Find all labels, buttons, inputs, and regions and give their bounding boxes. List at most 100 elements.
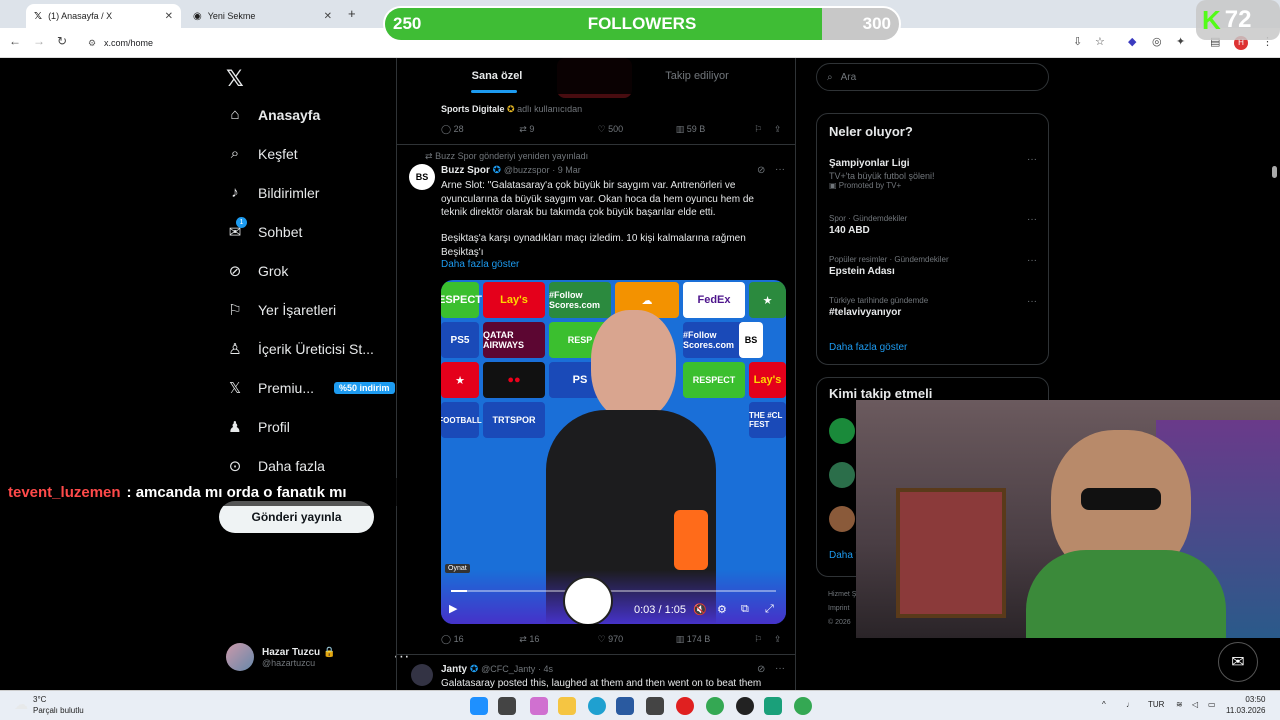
like-button[interactable]: ♡ 970: [598, 634, 676, 645]
nav-creator-studio[interactable]: ♙ İçerik Üreticisi St...: [226, 340, 374, 358]
trend-item[interactable]: Spor · Gündemdekiler 140 ABD: [829, 214, 907, 236]
kick-counter: K 72: [1196, 0, 1280, 40]
nav-more[interactable]: ⊙ Daha fazla: [226, 457, 325, 475]
trend-item[interactable]: Şampiyonlar Ligi TV+'ta büyük futbol şöl…: [829, 156, 935, 190]
post-author[interactable]: Buzz Spor: [441, 165, 490, 176]
weather-icon[interactable]: ☁: [14, 696, 28, 713]
microphone-icon[interactable]: ♩: [1126, 700, 1134, 709]
bookmark-icon[interactable]: ⚐: [754, 634, 774, 645]
site-info-icon[interactable]: ⚙: [88, 38, 96, 49]
opera-icon[interactable]: [676, 697, 694, 715]
repost-button[interactable]: ⇄ 16: [519, 634, 597, 645]
settings-icon[interactable]: ⚙: [717, 603, 727, 616]
reload-icon[interactable]: ↻: [57, 34, 67, 48]
chrome-icon[interactable]: [706, 697, 724, 715]
battery-icon[interactable]: ▭: [1208, 700, 1216, 709]
edge-icon[interactable]: [588, 697, 606, 715]
task-view-icon[interactable]: [498, 697, 516, 715]
nav-bookmarks[interactable]: ⚐ Yer İşaretleri: [226, 301, 336, 319]
pip-icon[interactable]: ⧉: [741, 603, 749, 616]
video-player[interactable]: ESPECT Lay's #Follow Scores.com ☁ FedEx …: [441, 280, 786, 624]
show-more-link[interactable]: Daha fazla göster: [441, 259, 519, 270]
avatar[interactable]: [411, 664, 433, 686]
app-icon[interactable]: [764, 697, 782, 715]
puzzle-icon[interactable]: ✦: [1176, 35, 1185, 48]
post-author[interactable]: Janty: [441, 664, 467, 675]
share-icon[interactable]: ⇪: [774, 634, 786, 645]
extension-icon[interactable]: ◎: [1152, 35, 1162, 48]
avatar[interactable]: [829, 506, 855, 532]
more-dots-icon[interactable]: ···: [1027, 296, 1037, 307]
more-dots-icon[interactable]: ···: [775, 663, 785, 674]
star-icon[interactable]: ☆: [1095, 35, 1105, 48]
install-icon[interactable]: ⇩: [1073, 35, 1082, 48]
messages-fab[interactable]: ✉: [1218, 642, 1258, 682]
nav-explore[interactable]: ⌕ Keşfet: [226, 145, 298, 162]
store-icon[interactable]: [616, 697, 634, 715]
obs-icon[interactable]: [736, 697, 754, 715]
reply-button[interactable]: ◯ 28: [441, 124, 519, 135]
nav-profile[interactable]: ♟ Profil: [226, 418, 290, 436]
nav-grok[interactable]: ⊘ Grok: [226, 262, 289, 280]
views-button[interactable]: ▥ 59 B: [676, 124, 754, 135]
fullscreen-icon[interactable]: ⤢: [765, 603, 774, 616]
tab-for-you[interactable]: Sana özel: [397, 58, 597, 94]
timeline-tabs: Sana özel Takip ediliyor: [397, 58, 795, 94]
weather-widget[interactable]: 3°C Parçalı bulutlu: [33, 694, 84, 716]
more-dots-icon[interactable]: ···: [1027, 255, 1037, 266]
chrome-icon[interactable]: [794, 697, 812, 715]
repost-button[interactable]: ⇄ 9: [519, 124, 597, 135]
scrollbar-thumb[interactable]: [1272, 166, 1277, 178]
avatar[interactable]: [829, 462, 855, 488]
nav-home[interactable]: ⌂ Anasayfa: [226, 106, 320, 123]
close-tab-icon[interactable]: ✕: [165, 11, 173, 22]
trend-item[interactable]: Türkiye tarihinde gündemde #telavivyanıy…: [829, 296, 928, 318]
wifi-icon[interactable]: ≋: [1176, 700, 1183, 709]
tab-new[interactable]: ◉ Yeni Sekme ✕: [185, 4, 340, 28]
grok-icon[interactable]: ⊘: [757, 664, 765, 675]
show-more-link[interactable]: Daha f: [829, 550, 858, 561]
more-dots-icon[interactable]: ···: [775, 164, 785, 175]
app-icon[interactable]: [646, 697, 664, 715]
views-button[interactable]: ▥ 174 B: [676, 634, 754, 645]
share-icon[interactable]: ⇪: [774, 124, 786, 135]
play-icon[interactable]: ▶: [449, 602, 457, 615]
volume-icon[interactable]: ◁: [1192, 700, 1198, 709]
file-explorer-icon[interactable]: [558, 697, 576, 715]
show-more-link[interactable]: Daha fazla göster: [829, 342, 907, 353]
video-progress-track[interactable]: [451, 590, 776, 592]
post-handle[interactable]: @buzzspor: [504, 165, 550, 175]
reply-button[interactable]: ◯ 16: [441, 634, 519, 645]
footer-link[interactable]: Imprint: [828, 602, 856, 616]
post-handle[interactable]: @CFC_Janty: [481, 664, 535, 674]
avatar[interactable]: BS: [409, 164, 435, 190]
close-tab-icon[interactable]: ✕: [324, 11, 332, 22]
search-input[interactable]: ⌕ Ara: [816, 63, 1049, 91]
footer-link[interactable]: Hizmet Ş: [828, 588, 856, 602]
more-dots-icon[interactable]: ···: [1027, 214, 1037, 225]
language-indicator[interactable]: TUR: [1148, 700, 1164, 709]
forward-icon[interactable]: →: [33, 34, 45, 48]
trend-item[interactable]: Popüler resimler · Gündemdekiler Epstein…: [829, 255, 949, 277]
new-tab-icon[interactable]: +: [348, 6, 356, 21]
nav-chat[interactable]: ✉ 1 Sohbet: [226, 217, 302, 241]
tab-x-home[interactable]: 𝕏 (1) Anasayfa / X ✕: [26, 4, 181, 28]
mute-icon[interactable]: 🔇: [693, 603, 707, 616]
nav-premium[interactable]: 𝕏 Premiu... %50 indirim: [226, 379, 395, 397]
x-logo-icon[interactable]: 𝕏: [226, 66, 244, 92]
windows-start-icon[interactable]: [470, 697, 488, 715]
avatar[interactable]: [829, 418, 855, 444]
nav-notifications[interactable]: ♪ Bildirimler: [226, 184, 319, 201]
like-button[interactable]: ♡ 500: [598, 124, 676, 135]
tab-following[interactable]: Takip ediliyor: [597, 58, 795, 94]
more-dots-icon[interactable]: ···: [1027, 154, 1037, 165]
source-name[interactable]: Sports Digitale: [441, 104, 505, 114]
copilot-icon[interactable]: [530, 697, 548, 715]
bookmark-icon[interactable]: ⚐: [754, 124, 774, 135]
account-switcher[interactable]: Hazar Tuzcu 🔒 @hazartuzcu ···: [226, 643, 409, 671]
back-icon[interactable]: ←: [9, 34, 21, 48]
extension-icon[interactable]: ◆: [1128, 35, 1136, 48]
clock[interactable]: 03:50 11.03.2026: [1226, 694, 1265, 716]
tray-chevron-icon[interactable]: ^: [1102, 700, 1106, 709]
grok-icon[interactable]: ⊘: [757, 165, 765, 176]
